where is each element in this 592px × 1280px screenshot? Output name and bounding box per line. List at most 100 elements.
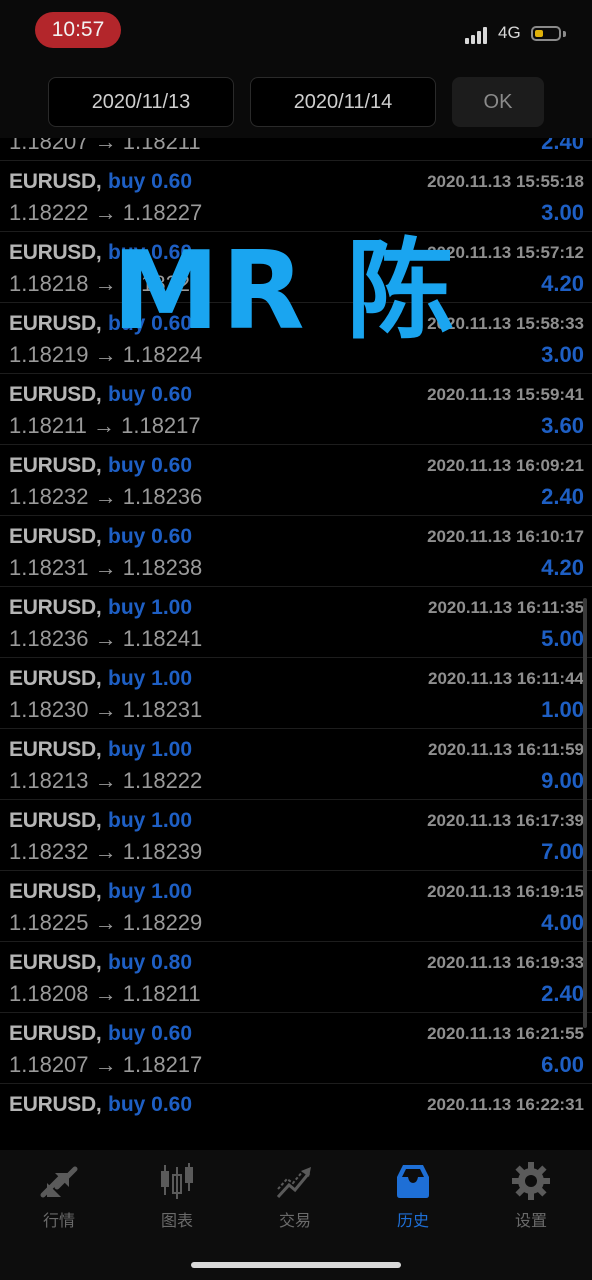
trade-side: buy 0.60 bbox=[108, 1022, 193, 1045]
trade-symbol: EURUSD, bbox=[9, 880, 102, 903]
trade-time: 2020.11.13 16:17:39 bbox=[427, 811, 584, 830]
end-date-field[interactable]: 2020/11/14 bbox=[250, 77, 436, 127]
network-type: 4G bbox=[498, 23, 521, 42]
tab-settings[interactable]: 设置 bbox=[472, 1150, 590, 1240]
trade-row[interactable]: EURUSD, buy 0.60 2020.11.13 16:22:31 bbox=[0, 1084, 592, 1150]
trade-row[interactable]: EURUSD, buy 1.00 2020.11.13 16:11:35 1.1823… bbox=[0, 587, 592, 658]
bottom-tab-bar: 行情 图表 交易 历史 设置 bbox=[0, 1150, 592, 1280]
trade-side: buy 1.00 bbox=[108, 809, 193, 832]
tab-label: 历史 bbox=[396, 1213, 429, 1230]
tab-quotes[interactable]: 行情 bbox=[0, 1150, 118, 1240]
trade-time: 2020.11.13 16:11:59 bbox=[428, 740, 584, 759]
tab-label: 设置 bbox=[514, 1213, 547, 1230]
trade-symbol: EURUSD, bbox=[9, 525, 102, 548]
trade-profit: 9.00 bbox=[541, 768, 584, 793]
trade-side: buy 0.60 bbox=[108, 525, 193, 548]
trade-side: buy 0.60 bbox=[108, 170, 193, 193]
quotes-arrows-icon bbox=[40, 1166, 78, 1198]
trade-symbol: EURUSD, bbox=[9, 809, 102, 832]
watermark-text: MR 陈 bbox=[112, 229, 457, 354]
trade-profit: 2.40 bbox=[541, 981, 584, 1006]
trade-symbol: EURUSD, bbox=[9, 1093, 102, 1116]
candlestick-icon bbox=[161, 1163, 193, 1199]
status-time: 10:57 bbox=[35, 12, 121, 48]
scrollbar[interactable] bbox=[583, 598, 587, 1028]
trade-time: 2020.11.13 16:11:35 bbox=[428, 598, 584, 617]
trade-time: 2020.11.13 16:09:21 bbox=[427, 456, 584, 475]
trade-row[interactable]: EURUSD, buy 0.60 2020.11.13 16:10:17 1.1823… bbox=[0, 516, 592, 587]
trade-prices: 1.18207 → 1.18217 bbox=[9, 1052, 203, 1077]
trade-side: buy 0.60 bbox=[108, 383, 193, 406]
trade-prices: 1.18232 → 1.18236 bbox=[9, 484, 203, 509]
trade-symbol: EURUSD, bbox=[9, 738, 102, 761]
trade-prices: 1.18225 → 1.18229 bbox=[9, 910, 203, 935]
trade-prices: 1.18230 → 1.18231 bbox=[9, 697, 203, 722]
trade-row[interactable]: EURUSD, buy 0.80 2020.11.13 16:19:33 1.1820… bbox=[0, 942, 592, 1013]
tab-trade[interactable]: 交易 bbox=[236, 1150, 354, 1240]
trade-time: 2020.11.13 16:19:33 bbox=[427, 953, 584, 972]
trade-profit: 6.00 bbox=[541, 1052, 584, 1077]
inbox-history-icon bbox=[397, 1165, 429, 1198]
trade-symbol: EURUSD, bbox=[9, 241, 102, 264]
trade-side: buy 0.80 bbox=[108, 951, 193, 974]
trade-prices: 1.18236 → 1.18241 bbox=[9, 626, 203, 651]
start-date-field[interactable]: 2020/11/13 bbox=[48, 77, 234, 127]
trade-side: buy 1.00 bbox=[108, 596, 193, 619]
trade-prices: 1.18213 → 1.18222 bbox=[9, 768, 203, 793]
trade-row[interactable]: EURUSD, buy 1.00 2020.11.13 16:11:59 1.1821… bbox=[0, 729, 592, 800]
trade-time: 2020.11.13 16:22:31 bbox=[427, 1095, 584, 1114]
trade-symbol: EURUSD, bbox=[9, 170, 102, 193]
trade-symbol: EURUSD, bbox=[9, 312, 102, 335]
trade-profit: 4.20 bbox=[541, 555, 584, 580]
trade-time: 2020.11.13 16:10:17 bbox=[427, 527, 584, 546]
trade-time: 2020.11.13 16:11:44 bbox=[428, 669, 584, 688]
trade-time: 2020.11.13 15:55:18 bbox=[427, 172, 584, 191]
trade-profit: 5.00 bbox=[541, 626, 584, 651]
trade-prices: 1.18207 → 1.18211 bbox=[9, 138, 201, 154]
tab-history[interactable]: 历史 bbox=[354, 1150, 472, 1240]
date-filter-bar: 2020/11/13 2020/11/14 OK bbox=[0, 62, 592, 138]
trade-symbol: EURUSD, bbox=[9, 1022, 102, 1045]
gear-icon bbox=[512, 1162, 550, 1200]
tab-label: 图表 bbox=[160, 1213, 193, 1230]
trade-profit: 1.00 bbox=[541, 697, 584, 722]
trade-row[interactable]: EURUSD, buy 0.60 2020.11.13 16:09:21 1.1823… bbox=[0, 445, 592, 516]
trade-side: buy 0.60 bbox=[108, 1093, 193, 1116]
tab-label: 交易 bbox=[278, 1213, 311, 1230]
status-bar: 10:57 4G bbox=[0, 0, 592, 62]
trade-symbol: EURUSD, bbox=[9, 596, 102, 619]
trade-side: buy 0.60 bbox=[108, 454, 193, 477]
trade-chart-icon bbox=[276, 1167, 311, 1199]
cellular-signal-icon bbox=[465, 26, 493, 44]
trade-prices: 1.18231 → 1.18238 bbox=[9, 555, 203, 580]
tab-label: 行情 bbox=[42, 1213, 75, 1230]
trade-side: buy 1.00 bbox=[108, 880, 193, 903]
trade-prices: 1.18208 → 1.18211 bbox=[9, 981, 201, 1006]
trade-symbol: EURUSD, bbox=[9, 454, 102, 477]
trade-side: buy 1.00 bbox=[108, 738, 193, 761]
trade-prices: 1.18211 → 1.18217 bbox=[9, 413, 201, 438]
trade-time: 2020.11.13 15:59:41 bbox=[427, 385, 584, 404]
trade-profit: 3.00 bbox=[541, 342, 584, 367]
trade-row[interactable]: EURUSD, buy 1.00 2020.11.13 16:17:39 1.1823… bbox=[0, 800, 592, 871]
battery-icon bbox=[531, 26, 561, 41]
trade-row[interactable]: EURUSD, buy 0.60 2020.11.13 16:21:55 1.1820… bbox=[0, 1013, 592, 1084]
trade-profit: 4.00 bbox=[541, 910, 584, 935]
trade-time: 2020.11.13 16:19:15 bbox=[427, 882, 584, 901]
trade-prices: 1.18232 → 1.18239 bbox=[9, 839, 203, 864]
tab-charts[interactable]: 图表 bbox=[118, 1150, 236, 1240]
trade-symbol: EURUSD, bbox=[9, 951, 102, 974]
ok-button[interactable]: OK bbox=[452, 77, 544, 127]
trade-profit: 3.60 bbox=[541, 413, 584, 438]
trade-symbol: EURUSD, bbox=[9, 667, 102, 690]
trade-side: buy 1.00 bbox=[108, 667, 193, 690]
trade-profit: 2.40 bbox=[541, 138, 584, 154]
trade-profit: 4.20 bbox=[541, 271, 584, 296]
trade-row[interactable]: EURUSD, buy 0.60 2020.11.13 15:59:41 1.1821… bbox=[0, 374, 592, 445]
trade-row[interactable]: EURUSD, buy 1.00 2020.11.13 16:19:15 1.1822… bbox=[0, 871, 592, 942]
home-indicator[interactable] bbox=[191, 1262, 401, 1268]
trade-row[interactable]: EURUSD, buy 1.00 2020.11.13 16:11:44 1.1823… bbox=[0, 658, 592, 729]
trade-profit: 2.40 bbox=[541, 484, 584, 509]
trade-time: 2020.11.13 16:21:55 bbox=[427, 1024, 584, 1043]
trade-row[interactable]: EURUSD,buy 0.602020.11.13 15:51:301.1820… bbox=[0, 138, 592, 161]
